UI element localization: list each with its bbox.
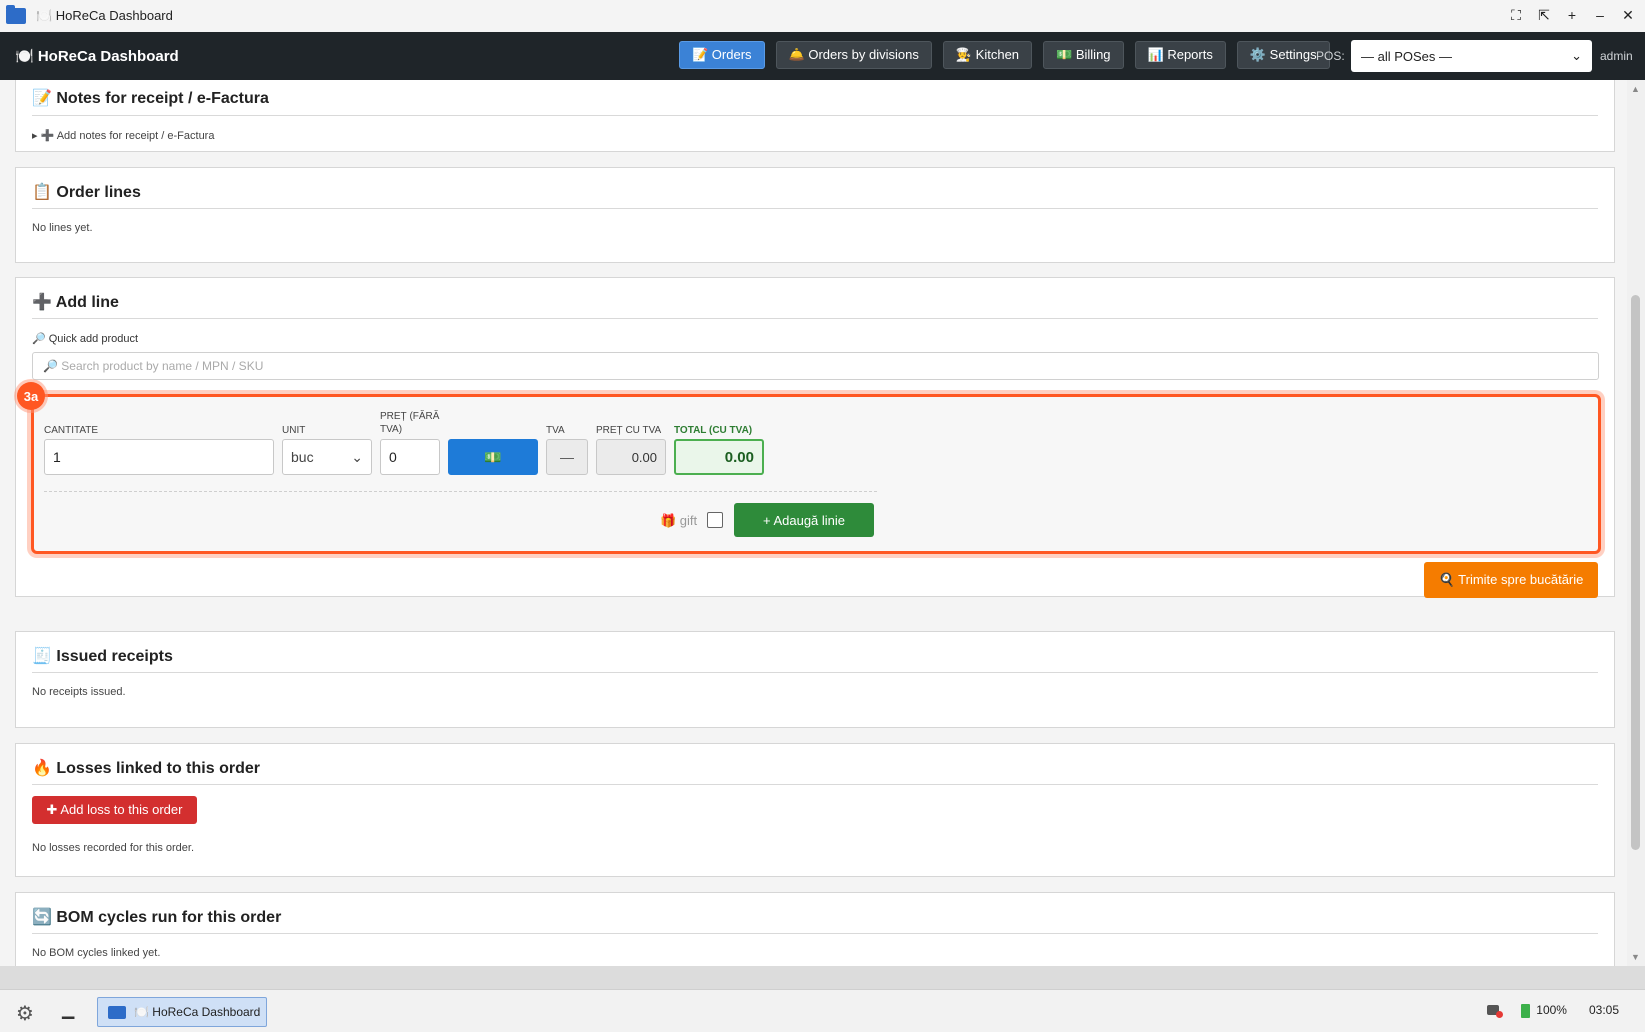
send-to-kitchen-button[interactable]: 🍳 Trimite spre bucătărie <box>1424 562 1598 598</box>
divider <box>32 115 1598 116</box>
unit-label: UNIT <box>282 425 306 436</box>
notes-title: 📝 Notes for receipt / e-Factura <box>32 90 269 107</box>
notes-toggle[interactable]: ▸ ➕ Add notes for receipt / e-Factura <box>32 129 214 142</box>
divider <box>32 784 1598 785</box>
nav-orders-by-divisions-button[interactable]: 🛎️ Orders by divisions <box>775 41 932 69</box>
quantity-label: CANTITATE <box>44 425 99 436</box>
battery-icon <box>1521 1003 1531 1018</box>
quantity-input[interactable]: 1 <box>44 439 274 475</box>
price-gross-label: PREȚ CU TVA <box>596 425 662 436</box>
chevron-down-icon: ⌄ <box>351 448 363 465</box>
add-line-title: ➕ Add line <box>32 294 119 311</box>
pos-select[interactable]: — all POSes — ⌄ <box>1351 40 1592 72</box>
vat-label: TVA <box>546 425 565 436</box>
vat-field: — <box>546 439 588 475</box>
nav-kitchen-button[interactable]: 🧑‍🍳 Kitchen <box>942 41 1033 69</box>
chevron-down-icon: ⌄ <box>1571 48 1582 63</box>
notes-card: 📝 Notes for receipt / e-Factura ▸ ➕ Add … <box>15 80 1615 152</box>
window-titlebar: 🍽️ HoReCa Dashboard ⛶ ⇱ + – ✕ <box>0 0 1645 33</box>
close-icon[interactable]: ✕ <box>1619 6 1637 24</box>
divider <box>32 318 1598 319</box>
pos-label: POS: <box>1316 49 1345 63</box>
bom-card: 🔄 BOM cycles run for this order No BOM c… <box>15 892 1615 966</box>
folder-icon <box>6 5 26 24</box>
divider <box>32 933 1598 934</box>
system-tray: 100% 03:05 <box>1487 1003 1619 1019</box>
taskbar: ⚙ ▁ 🍽️ HoReCa Dashboard 100% 03:05 <box>0 989 1645 1032</box>
cash-icon: 💵 <box>484 448 502 465</box>
order-lines-title: 📋 Order lines <box>32 184 141 201</box>
price-net-label: PREȚ (FĂRĂ TVA) <box>380 411 440 435</box>
bom-title: 🔄 BOM cycles run for this order <box>32 909 282 926</box>
battery-level: 100% <box>1536 1003 1567 1017</box>
price-net-input[interactable]: 0 <box>380 439 440 475</box>
losses-title: 🔥 Losses linked to this order <box>32 760 260 777</box>
nav-buttons: 📝 Orders 🛎️ Orders by divisions 🧑‍🍳 Kitc… <box>679 41 1341 69</box>
losses-empty: No losses recorded for this order. <box>32 842 195 854</box>
product-search-input[interactable]: 🔎 Search product by name / MPN / SKU <box>32 352 1599 380</box>
window-title: 🍽️ HoReCa Dashboard <box>36 8 173 23</box>
folder-icon <box>108 1005 126 1019</box>
taskbar-app-label: 🍽️ HoReCa Dashboard <box>134 1005 261 1019</box>
user-name: admin <box>1600 49 1633 63</box>
add-line-button[interactable]: + Adaugă linie <box>734 503 874 537</box>
gift-label: 🎁 gift <box>660 513 698 528</box>
losses-card: 🔥 Losses linked to this order ✚ Add loss… <box>15 743 1615 877</box>
nav-orders-button[interactable]: 📝 Orders <box>679 41 765 69</box>
quick-add-label: 🔎 Quick add product <box>32 333 139 345</box>
nav-reports-button[interactable]: 📊 Reports <box>1134 41 1226 69</box>
app-navbar: 🍽️ HoReCa Dashboard 📝 Orders 🛎️ Orders b… <box>0 32 1645 80</box>
battery-indicator[interactable]: 100% <box>1521 1003 1567 1018</box>
network-icon[interactable] <box>1487 1005 1504 1019</box>
brand-title[interactable]: 🍽️ HoReCa Dashboard <box>15 47 179 65</box>
page-content: 📝 Notes for receipt / e-Factura ▸ ➕ Add … <box>0 80 1627 966</box>
minimize-icon[interactable]: – <box>1591 6 1609 24</box>
clock: 03:05 <box>1588 1003 1619 1018</box>
new-window-icon[interactable]: + <box>1563 6 1581 24</box>
window-controls: ⛶ ⇱ + – ✕ <box>1507 6 1637 24</box>
taskbar-app-button[interactable]: 🍽️ HoReCa Dashboard <box>97 997 267 1027</box>
total-field: 0.00 <box>674 439 764 475</box>
receipts-card: 🧾 Issued receipts No receipts issued. <box>15 631 1615 728</box>
form-divider <box>44 491 877 492</box>
scroll-up-icon[interactable]: ▲ <box>1631 84 1640 94</box>
fullscreen-icon[interactable]: ⛶ <box>1507 6 1525 24</box>
add-line-form: CANTITATE 1 UNIT buc ⌄ PREȚ (FĂRĂ TVA) 0… <box>31 394 1601 554</box>
price-gross-field: 0.00 <box>596 439 666 475</box>
unit-selected-value: buc <box>291 449 314 465</box>
bom-empty: No BOM cycles linked yet. <box>32 947 161 959</box>
gift-checkbox[interactable] <box>707 512 723 528</box>
nav-billing-button[interactable]: 💵 Billing <box>1043 41 1124 69</box>
step-badge: 3a <box>17 382 45 410</box>
unit-select[interactable]: buc ⌄ <box>282 439 372 475</box>
add-line-card: ➕ Add line 🔎 Quick add product 🔎 Search … <box>15 277 1615 598</box>
minimize-all-icon[interactable]: ▁ <box>62 1000 74 1020</box>
add-loss-button[interactable]: ✚ Add loss to this order <box>32 796 197 824</box>
scroll-down-icon[interactable]: ▼ <box>1631 952 1640 962</box>
divider <box>32 672 1598 673</box>
search-placeholder: 🔎 Search product by name / MPN / SKU <box>43 359 264 373</box>
gear-icon[interactable]: ⚙ <box>16 1001 34 1026</box>
page-scrollbar[interactable]: ▲ ▼ <box>1627 80 1645 966</box>
receipts-empty: No receipts issued. <box>32 686 126 698</box>
pos-selected-value: — all POSes — <box>1361 48 1453 64</box>
divider <box>32 208 1598 209</box>
scrollbar-thumb[interactable] <box>1631 295 1640 850</box>
receipts-title: 🧾 Issued receipts <box>32 648 173 665</box>
cash-button[interactable]: 💵 <box>448 439 538 475</box>
order-lines-empty: No lines yet. <box>32 222 93 234</box>
total-label: TOTAL (CU TVA) <box>674 425 753 436</box>
restore-icon[interactable]: ⇱ <box>1535 6 1553 24</box>
order-lines-card: 📋 Order lines No lines yet. <box>15 167 1615 263</box>
